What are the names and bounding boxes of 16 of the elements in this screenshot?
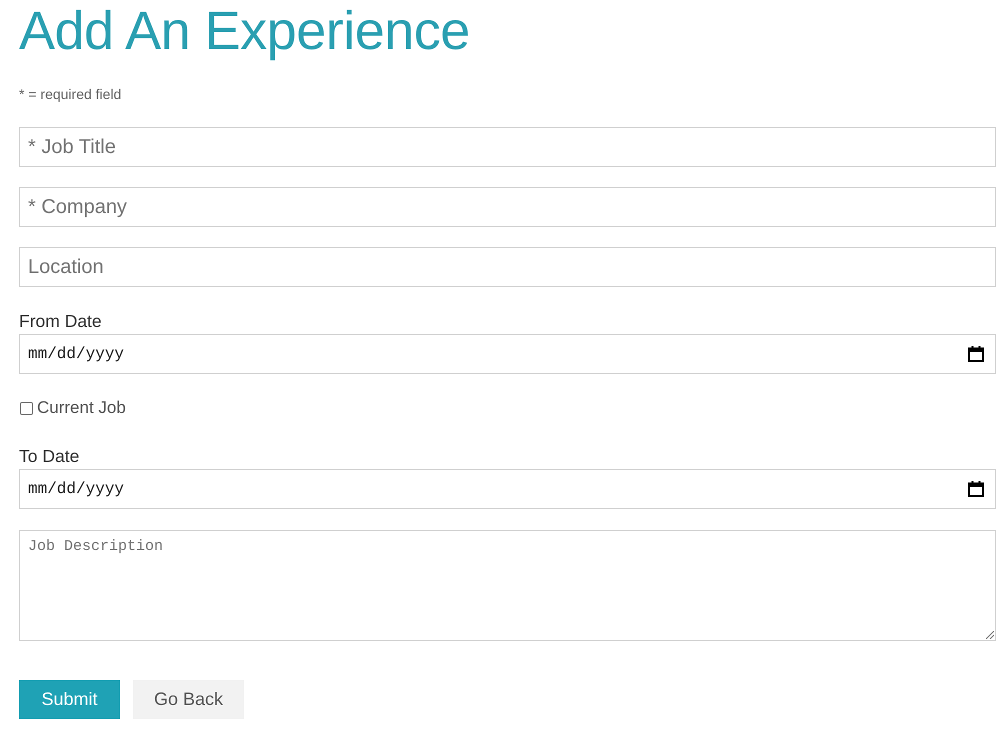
page-title: Add An Experience <box>19 0 470 62</box>
checkbox-label: Current Job <box>37 399 126 417</box>
text-input-field[interactable]: Location <box>19 247 996 287</box>
date-input-field[interactable]: mm/dd/yyyy <box>19 334 996 374</box>
checkbox[interactable] <box>20 402 33 414</box>
textarea-field[interactable]: Job Description <box>19 530 996 641</box>
field-label: To Date <box>19 446 80 466</box>
calendar-icon[interactable] <box>968 481 984 497</box>
date-input-field[interactable]: mm/dd/yyyy <box>19 469 996 509</box>
resize-handle-icon[interactable] <box>986 631 994 639</box>
required-field-note: * = required field <box>19 86 122 102</box>
text-input-field[interactable]: * Job Title <box>19 127 996 167</box>
field-label: From Date <box>19 311 102 331</box>
text-input-field[interactable]: * Company <box>19 187 996 227</box>
calendar-icon[interactable] <box>968 346 984 362</box>
back-button[interactable]: Go Back <box>133 680 244 719</box>
